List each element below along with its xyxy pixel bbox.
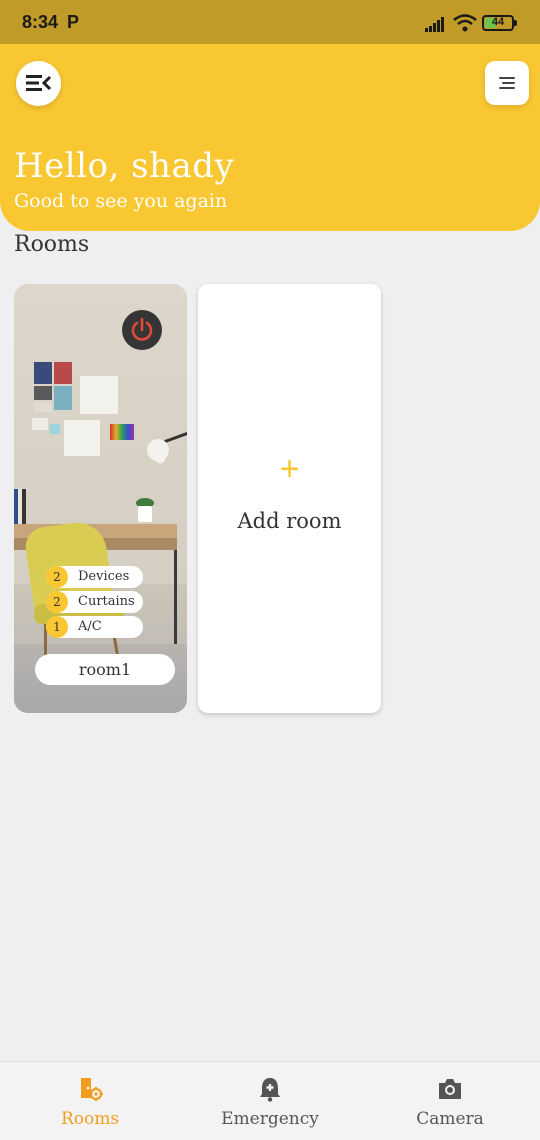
menu-collapse-icon bbox=[26, 75, 52, 91]
stat-curtains: 2 Curtains bbox=[46, 591, 143, 613]
power-icon bbox=[131, 317, 153, 341]
stat-ac: 1 A/C bbox=[46, 616, 143, 638]
alarm-bell-icon bbox=[260, 1078, 280, 1102]
bottom-navigation: Rooms Emergency Camera bbox=[0, 1061, 540, 1140]
nav-label: Camera bbox=[416, 1109, 484, 1129]
stat-label: A/C bbox=[78, 619, 102, 634]
greeting-title: Hello, shady bbox=[14, 146, 235, 186]
wifi-icon bbox=[453, 14, 477, 32]
battery-icon: 44 bbox=[482, 15, 517, 31]
nav-label: Emergency bbox=[221, 1109, 319, 1129]
room-power-button[interactable] bbox=[122, 310, 162, 350]
stat-label: Devices bbox=[78, 569, 130, 584]
status-bar: 8:34 P 44 bbox=[0, 0, 540, 44]
room-card[interactable]: 2 Devices 2 Curtains 1 A/C room1 bbox=[14, 284, 187, 713]
menu-button[interactable] bbox=[16, 61, 61, 106]
nav-camera[interactable]: Camera bbox=[360, 1062, 540, 1140]
add-room-card[interactable]: + Add room bbox=[198, 284, 381, 713]
stat-label: Curtains bbox=[78, 594, 135, 609]
status-time: 8:34 bbox=[22, 12, 59, 32]
notification-icon: P bbox=[67, 12, 80, 32]
stat-count: 1 bbox=[46, 616, 68, 638]
nav-emergency[interactable]: Emergency bbox=[180, 1062, 360, 1140]
room-settings-icon bbox=[81, 1078, 103, 1101]
signal-icon bbox=[425, 16, 447, 32]
add-room-label: Add room bbox=[237, 509, 342, 533]
camera-icon bbox=[439, 1079, 461, 1099]
nav-label: Rooms bbox=[60, 1109, 120, 1129]
stat-count: 2 bbox=[46, 566, 68, 588]
room-name: room1 bbox=[35, 654, 175, 685]
stat-count: 2 bbox=[46, 591, 68, 613]
battery-level: 44 bbox=[491, 16, 505, 28]
rooms-section-title: Rooms bbox=[14, 232, 90, 257]
sort-lines-icon bbox=[499, 77, 515, 79]
add-icon: + bbox=[279, 450, 300, 488]
nav-rooms[interactable]: Rooms bbox=[0, 1062, 180, 1140]
header: Hello, shady Good to see you again bbox=[0, 44, 540, 231]
greeting-subtitle: Good to see you again bbox=[14, 190, 228, 212]
wall-poster bbox=[34, 362, 52, 384]
stat-devices: 2 Devices bbox=[46, 566, 143, 588]
sort-button[interactable] bbox=[485, 61, 529, 105]
